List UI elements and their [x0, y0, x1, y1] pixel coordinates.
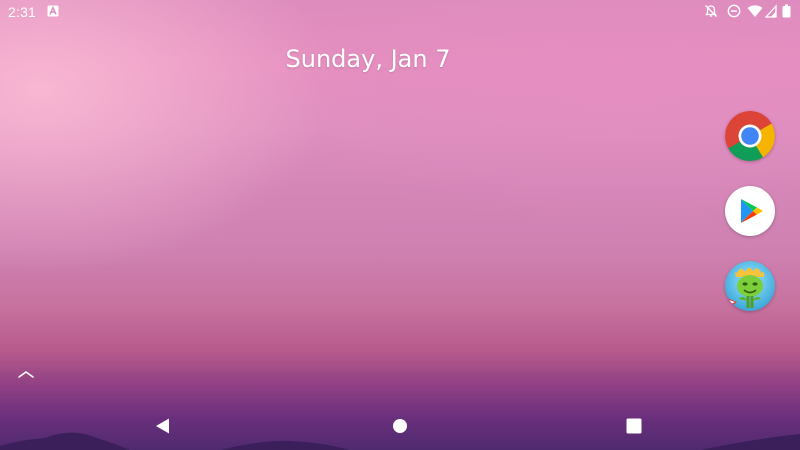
battery-icon: [782, 4, 791, 18]
home-screen: 2:31 Sunday, Jan 7: [0, 0, 800, 450]
a-letter-notification-icon: [47, 5, 59, 17]
home-button[interactable]: [387, 413, 413, 439]
chrome-app-icon[interactable]: [725, 111, 775, 161]
play-store-app-icon[interactable]: [725, 186, 775, 236]
app-drawer-handle-icon[interactable]: [16, 368, 36, 380]
do-not-disturb-icon: [727, 4, 741, 18]
cellular-signal-icon: [765, 4, 777, 18]
back-button[interactable]: [150, 413, 176, 439]
game-character-icon: [725, 261, 775, 311]
status-bar: 2:31: [0, 0, 800, 24]
recents-button[interactable]: [621, 413, 647, 439]
notifications-off-icon: [705, 5, 717, 17]
wifi-icon: [747, 5, 763, 17]
play-store-icon: [741, 199, 763, 223]
game-app-icon[interactable]: [725, 261, 775, 311]
date-label[interactable]: Sunday, Jan 7: [0, 45, 736, 73]
status-time: 2:31: [8, 4, 37, 20]
chrome-icon: [725, 111, 775, 161]
